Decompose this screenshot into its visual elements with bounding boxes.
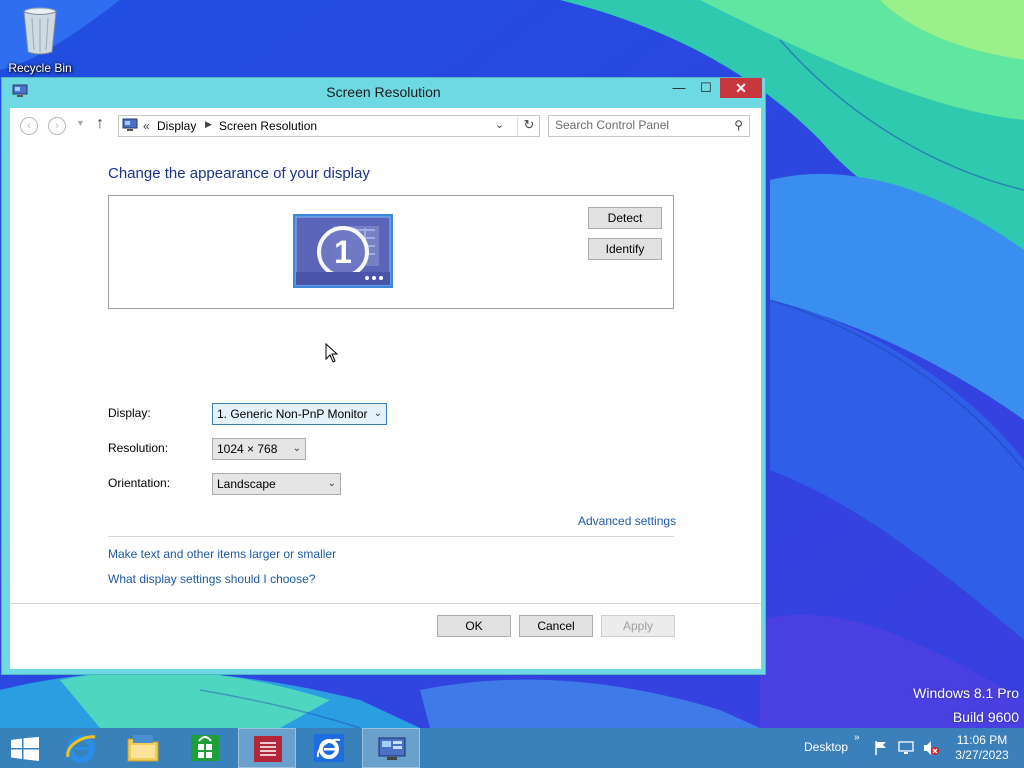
maximize-button[interactable]: ☐: [695, 78, 717, 98]
taskbar: Desktop » 11:06 PM 3/27/2023: [0, 728, 1024, 768]
windows-logo-icon: [11, 737, 39, 761]
network-icon[interactable]: [898, 740, 914, 756]
back-button[interactable]: ‹: [20, 117, 38, 135]
divider: [108, 536, 674, 537]
toolbar-overflow-chevron[interactable]: »: [854, 732, 860, 743]
apply-button[interactable]: Apply: [601, 615, 675, 637]
recent-locations-chevron-icon[interactable]: ▼: [76, 118, 85, 128]
volume-muted-icon[interactable]: [922, 740, 940, 756]
windows-build-watermark: Build 9600: [952, 709, 1019, 725]
content-pane: Change the appearance of your display 1 …: [10, 142, 761, 669]
breadcrumb-screen-resolution[interactable]: Screen Resolution: [219, 119, 317, 133]
breadcrumb-overflow[interactable]: «: [143, 119, 150, 133]
screen-resolution-window: Screen Resolution — ☐ ✕ ‹ › ▼ ↑ « Displa…: [1, 77, 766, 675]
ok-button[interactable]: OK: [437, 615, 511, 637]
cancel-button[interactable]: Cancel: [519, 615, 593, 637]
chevron-down-icon: ⌄: [327, 478, 336, 489]
clock-time: 11:06 PM: [956, 733, 1008, 747]
search-input[interactable]: [555, 118, 725, 132]
resolution-select[interactable]: 1024 × 768 ⌄: [212, 438, 306, 460]
breadcrumb-display[interactable]: Display: [157, 119, 196, 133]
chevron-down-icon: ⌄: [292, 443, 301, 454]
internet-explorer-icon: [66, 735, 96, 763]
display-select-value: 1. Generic Non-PnP Monitor: [217, 407, 368, 421]
search-box[interactable]: ⚲: [548, 115, 750, 137]
search-icon[interactable]: ⚲: [734, 118, 743, 132]
recycle-bin-label: Recycle Bin: [8, 61, 72, 75]
refresh-icon[interactable]: ↻: [517, 117, 540, 135]
orientation-select[interactable]: Landscape ⌄: [212, 473, 341, 495]
identify-button[interactable]: Identify: [588, 238, 662, 260]
desktop-toolbar-label[interactable]: Desktop: [804, 740, 848, 754]
taskbar-file-explorer[interactable]: [114, 728, 172, 768]
address-bar[interactable]: « Display ▶ Screen Resolution ⌄ ↻: [118, 115, 540, 137]
address-dropdown-icon[interactable]: ⌄: [495, 118, 504, 131]
display-label: Display:: [108, 406, 151, 420]
document-app-icon: [254, 736, 282, 762]
system-clock[interactable]: 11:06 PM 3/27/2023: [951, 733, 1013, 763]
close-button[interactable]: ✕: [720, 78, 762, 98]
resolution-select-value: 1024 × 768: [217, 442, 278, 456]
recycle-bin-shortcut[interactable]: Recycle Bin: [4, 4, 76, 75]
internet-explorer-tile-icon: [314, 734, 344, 762]
text-size-link[interactable]: Make text and other items larger or smal…: [108, 547, 336, 561]
start-button[interactable]: [0, 728, 50, 768]
forward-button[interactable]: ›: [48, 117, 66, 135]
resolution-label: Resolution:: [108, 441, 169, 455]
detect-button[interactable]: Detect: [588, 207, 662, 229]
taskbar-internet-explorer-2[interactable]: [300, 728, 358, 768]
recycle-bin-icon: [23, 7, 57, 55]
up-button[interactable]: ↑: [96, 115, 104, 133]
control-panel-taskbar-icon: [378, 737, 406, 760]
divider: [10, 603, 761, 604]
taskbar-control-panel[interactable]: [362, 728, 420, 768]
monitor-layout-box: 1 Detect Identify: [108, 195, 674, 309]
title-bar[interactable]: Screen Resolution — ☐ ✕: [2, 78, 765, 106]
taskbar-store[interactable]: [176, 728, 234, 768]
folder-icon: [127, 735, 159, 762]
breadcrumb-separator-icon[interactable]: ▶: [205, 119, 212, 130]
orientation-select-value: Landscape: [217, 477, 276, 491]
store-icon: [191, 735, 219, 761]
display-select[interactable]: 1. Generic Non-PnP Monitor ⌄: [212, 403, 387, 425]
taskbar-internet-explorer[interactable]: [52, 728, 110, 768]
advanced-settings-link[interactable]: Advanced settings: [578, 514, 676, 528]
mouse-cursor-icon: [325, 343, 339, 363]
chevron-down-icon: ⌄: [373, 408, 382, 419]
taskbar-app-red[interactable]: [238, 728, 296, 768]
display-help-link[interactable]: What display settings should I choose?: [108, 572, 315, 586]
monitor-number: 1: [334, 234, 352, 270]
orientation-label: Orientation:: [108, 476, 171, 490]
page-title: Change the appearance of your display: [108, 165, 370, 182]
monitor-1-icon[interactable]: 1: [293, 214, 393, 288]
clock-date: 3/27/2023: [955, 748, 1009, 762]
minimize-button[interactable]: —: [668, 78, 690, 98]
control-panel-icon: [122, 118, 138, 131]
action-center-flag-icon[interactable]: [874, 740, 888, 756]
window-title: Screen Resolution: [326, 84, 441, 100]
windows-version-watermark: Windows 8.1 Pro: [913, 685, 1019, 701]
navigation-bar: ‹ › ▼ ↑ « Display ▶ Screen Resolution ⌄ …: [10, 108, 761, 142]
